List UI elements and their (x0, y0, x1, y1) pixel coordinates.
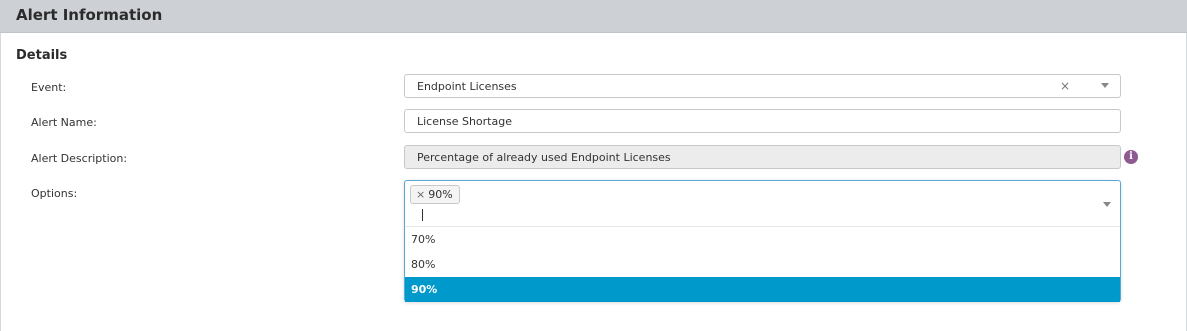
option-80[interactable]: 80% (405, 252, 1120, 277)
panel-header: Alert Information (0, 0, 1187, 33)
chevron-down-icon[interactable] (1103, 202, 1111, 207)
text-cursor[interactable] (422, 209, 423, 221)
section-title: Details (16, 48, 68, 63)
alert-description-value: Percentage of already used Endpoint Lice… (417, 151, 671, 164)
options-dropdown-list: 70% 80% 90% (405, 226, 1120, 302)
clear-icon[interactable]: × (1060, 79, 1070, 93)
event-value: Endpoint Licenses (417, 80, 517, 93)
alert-name-label: Alert Name: (31, 116, 97, 129)
selected-tag: × 90% (410, 185, 460, 204)
alert-description-field: Percentage of already used Endpoint Lice… (404, 145, 1121, 169)
tag-label: 90% (428, 188, 453, 201)
option-70[interactable]: 70% (405, 227, 1120, 252)
alert-name-value: License Shortage (417, 115, 512, 128)
option-90[interactable]: 90% (405, 277, 1120, 302)
info-icon[interactable]: i (1124, 150, 1138, 164)
options-label: Options: (31, 187, 78, 200)
alert-description-label: Alert Description: (31, 152, 128, 165)
chevron-down-icon[interactable] (1101, 83, 1109, 88)
panel-title: Alert Information (16, 6, 163, 24)
alert-name-input[interactable]: License Shortage (404, 109, 1121, 133)
event-select[interactable]: Endpoint Licenses × (404, 74, 1121, 98)
tag-remove-icon[interactable]: × (416, 188, 425, 201)
options-multiselect[interactable]: × 90% 70% 80% 90% (404, 180, 1121, 302)
event-label: Event: (31, 81, 67, 94)
